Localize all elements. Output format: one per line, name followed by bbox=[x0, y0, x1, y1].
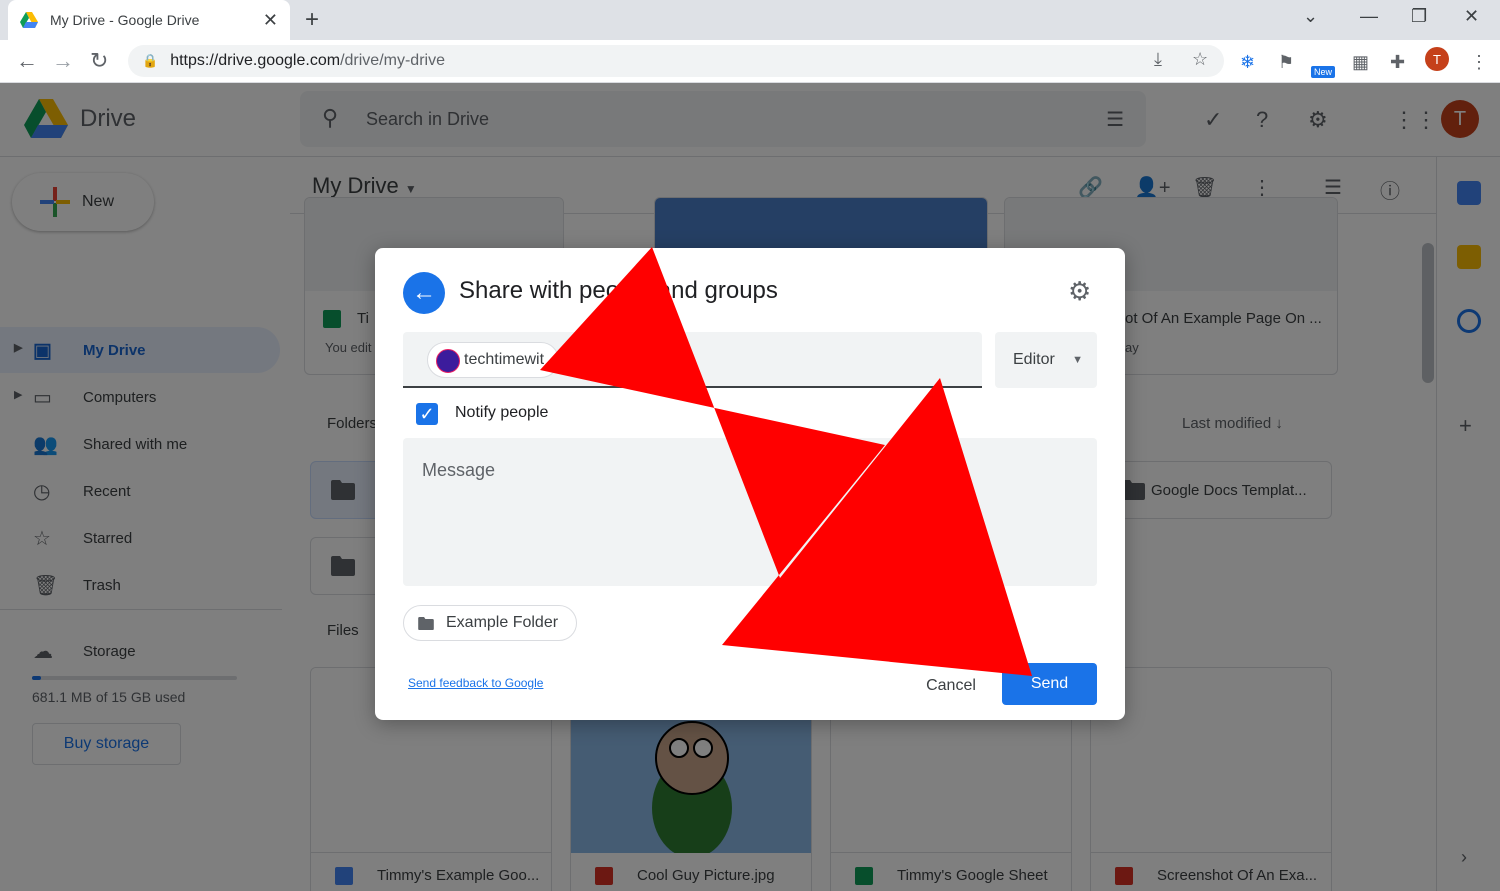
role-dropdown[interactable]: Editor ▼ bbox=[995, 332, 1097, 388]
browser-tab[interactable]: My Drive - Google Drive ✕ bbox=[8, 0, 290, 40]
share-settings-gear-icon[interactable]: ⚙ bbox=[1068, 276, 1091, 307]
extension-new-badge[interactable]: New bbox=[1311, 66, 1336, 78]
send-button[interactable]: Send bbox=[1002, 663, 1097, 705]
back-icon[interactable]: ← bbox=[16, 48, 38, 74]
notify-people-label[interactable]: Notify people bbox=[455, 404, 548, 422]
extension-screen-icon[interactable]: ▦ bbox=[1352, 52, 1369, 73]
cancel-button[interactable]: Cancel bbox=[911, 668, 991, 704]
recipient-avatar bbox=[436, 349, 460, 373]
recipient-input[interactable]: techtimewit bbox=[403, 332, 982, 388]
dialog-title: Share with people and groups bbox=[459, 277, 778, 304]
checkmark-icon: ✓ bbox=[419, 403, 435, 424]
message-placeholder: Message bbox=[422, 460, 496, 480]
extensions-puzzle-icon[interactable]: ✚ bbox=[1390, 52, 1405, 73]
restore-icon[interactable]: ❐ bbox=[1411, 6, 1427, 27]
forward-icon[interactable]: → bbox=[52, 48, 74, 74]
drive-favicon-icon bbox=[20, 12, 38, 28]
browser-profile-avatar[interactable]: T bbox=[1425, 47, 1449, 71]
browser-tabstrip: My Drive - Google Drive ✕ + ⌄ — ❐ ✕ bbox=[0, 0, 1500, 40]
recipient-chip[interactable]: techtimewit bbox=[427, 342, 560, 378]
window-close-icon[interactable]: ✕ bbox=[1464, 6, 1479, 27]
tab-search-icon[interactable]: ⌄ bbox=[1303, 6, 1318, 27]
extension-flag-icon[interactable]: ⚑ bbox=[1278, 52, 1294, 73]
tab-title: My Drive - Google Drive bbox=[50, 12, 200, 28]
extension-snowflake-icon[interactable]: ❄ bbox=[1240, 52, 1255, 73]
folder-icon bbox=[418, 617, 434, 630]
notify-people-checkbox[interactable]: ✓ bbox=[416, 403, 438, 425]
send-feedback-link[interactable]: Send feedback to Google bbox=[408, 676, 543, 690]
address-bar[interactable]: 🔒 https://drive.google.com/drive/my-driv… bbox=[128, 45, 1224, 77]
recipient-name: techtimewit bbox=[464, 351, 545, 368]
shared-item-name: Example Folder bbox=[446, 614, 559, 631]
back-arrow-icon: ← bbox=[412, 279, 436, 306]
new-tab-icon[interactable]: + bbox=[305, 6, 319, 34]
dropdown-triangle-icon: ▼ bbox=[1072, 354, 1083, 366]
lock-icon[interactable]: 🔒 bbox=[142, 53, 158, 69]
bookmark-star-icon[interactable]: ☆ bbox=[1192, 49, 1208, 70]
role-value: Editor bbox=[1013, 351, 1055, 368]
browser-menu-icon[interactable]: ⋮ bbox=[1470, 52, 1488, 73]
close-tab-icon[interactable]: ✕ bbox=[263, 10, 278, 31]
message-textarea[interactable]: Message bbox=[403, 438, 1097, 586]
browser-toolbar: ← → ↻ 🔒 https://drive.google.com/drive/m… bbox=[0, 40, 1500, 83]
minimize-icon[interactable]: — bbox=[1360, 6, 1378, 27]
back-arrow-button[interactable]: ← bbox=[403, 272, 445, 314]
reload-icon[interactable]: ↻ bbox=[90, 48, 108, 74]
install-icon[interactable]: ⤓ bbox=[1154, 49, 1162, 70]
share-dialog: ← Share with people and groups ⚙ techtim… bbox=[375, 248, 1125, 720]
shared-item-chip: Example Folder bbox=[403, 605, 578, 641]
url-text: https://drive.google.com/drive/my-drive bbox=[170, 52, 445, 69]
